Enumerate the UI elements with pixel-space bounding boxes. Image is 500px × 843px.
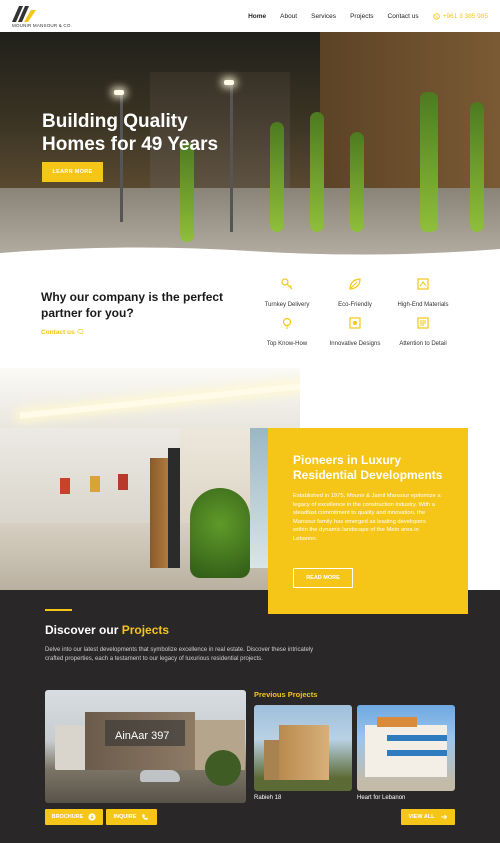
- contact-us-link[interactable]: Contact us 🗨: [41, 328, 85, 336]
- inquire-label: INQUIRE: [113, 814, 137, 820]
- tree: [270, 122, 284, 232]
- tree: [420, 92, 438, 232]
- project-balcony: [387, 750, 447, 756]
- logo-mark-icon: [12, 6, 36, 22]
- project-tree: [205, 750, 241, 786]
- brochure-button[interactable]: BROCHURE: [45, 809, 103, 825]
- hero-banner: Building Quality Homes for 49 Years LEAR…: [0, 32, 500, 258]
- feature-detail: Attention to Detail: [383, 316, 463, 347]
- projects-title: Discover our Projects: [45, 623, 169, 637]
- lamp-light: [114, 90, 124, 95]
- inquire-button[interactable]: INQUIRE: [106, 809, 157, 825]
- project-building: [279, 725, 329, 780]
- dark-column: [168, 448, 180, 568]
- projects-section: Discover our Projects Delve into our lat…: [0, 590, 500, 843]
- phone-icon: [142, 814, 149, 820]
- nav-projects[interactable]: Projects: [350, 13, 373, 20]
- read-more-button[interactable]: READ MORE: [293, 568, 353, 588]
- arrow-right-icon: [440, 814, 447, 820]
- feature-materials: High-End Materials: [383, 277, 463, 308]
- phone-number: +961 3 385 985: [442, 12, 488, 20]
- logo[interactable]: MOUNIR MANSOUR & CO.: [12, 4, 72, 28]
- project-balcony: [387, 735, 447, 741]
- wall-art: [90, 476, 100, 492]
- lamp-light: [224, 80, 234, 85]
- project-car: [140, 770, 180, 782]
- leaf-icon: [349, 278, 361, 290]
- design-icon: [349, 317, 361, 329]
- pioneers-body: Established in 1975, Mounir & Jamil Mans…: [293, 493, 441, 542]
- previous-project-name[interactable]: Rabieh 18: [254, 795, 281, 801]
- projects-description: Delve into our latest developments that …: [45, 647, 314, 662]
- brochure-label: BROCHURE: [51, 814, 84, 820]
- street-lamp: [230, 82, 233, 232]
- wall-art: [118, 474, 128, 490]
- view-all-button[interactable]: VIEW ALL: [401, 809, 455, 825]
- download-icon: [88, 813, 96, 821]
- project-roof: [377, 717, 417, 727]
- pioneers-card: Pioneers in Luxury Residential Developme…: [268, 428, 468, 614]
- detail-icon: [417, 317, 429, 329]
- feature-label: Attention to Detail: [399, 341, 447, 347]
- wood-column: [150, 458, 168, 568]
- pioneers-title: Pioneers in Luxury Residential Developme…: [293, 453, 443, 482]
- indoor-plant: [190, 488, 250, 578]
- feature-label: High-End Materials: [397, 302, 449, 308]
- hero-title-line2: Homes for 49 Years: [42, 134, 219, 155]
- key-icon: [281, 278, 293, 290]
- contact-us-label: Contact us: [41, 329, 75, 336]
- wall-art: [60, 478, 70, 494]
- hero-title-line1: Building Quality: [42, 111, 188, 132]
- tree: [350, 132, 364, 232]
- whatsapp-icon: [432, 12, 440, 20]
- logo-text: MOUNIR MANSOUR & CO.: [12, 23, 73, 28]
- tree: [180, 142, 194, 242]
- why-title: Why our company is the perfect partner f…: [41, 290, 224, 320]
- previous-project-thumb[interactable]: [254, 705, 352, 791]
- previous-project-name[interactable]: Heart for Lebanon: [357, 795, 405, 801]
- phone-link[interactable]: +961 3 385 985: [432, 12, 488, 20]
- previous-project-thumb[interactable]: [357, 705, 455, 791]
- nav-home[interactable]: Home: [248, 13, 266, 20]
- view-all-label: VIEW ALL: [408, 814, 435, 820]
- nav-about[interactable]: About: [280, 13, 297, 20]
- hero-title: Building Quality Homes for 49 Years: [42, 110, 242, 156]
- featured-project-name: AinAar 397: [115, 730, 170, 742]
- site-header: MOUNIR MANSOUR & CO. Home About Services…: [0, 0, 500, 32]
- hero-wave-divider: [0, 247, 500, 258]
- previous-projects-title: Previous Projects: [254, 690, 318, 699]
- learn-more-button[interactable]: LEARN MORE: [42, 162, 103, 182]
- chat-icon: 🗨: [76, 329, 85, 336]
- accent-line: [45, 609, 72, 611]
- tree: [470, 102, 484, 232]
- lightbulb-icon: [282, 317, 292, 329]
- projects-title-highlight: Projects: [121, 623, 170, 637]
- nav-contact[interactable]: Contact us: [388, 13, 419, 20]
- projects-title-prefix: Discover our: [45, 623, 122, 637]
- main-nav: Home About Services Projects Contact us …: [248, 13, 488, 20]
- tree: [310, 112, 324, 232]
- featured-project-card[interactable]: AinAar 397: [45, 690, 246, 803]
- interior-image: [0, 368, 300, 590]
- materials-icon: [417, 278, 429, 290]
- nav-services[interactable]: Services: [311, 13, 336, 20]
